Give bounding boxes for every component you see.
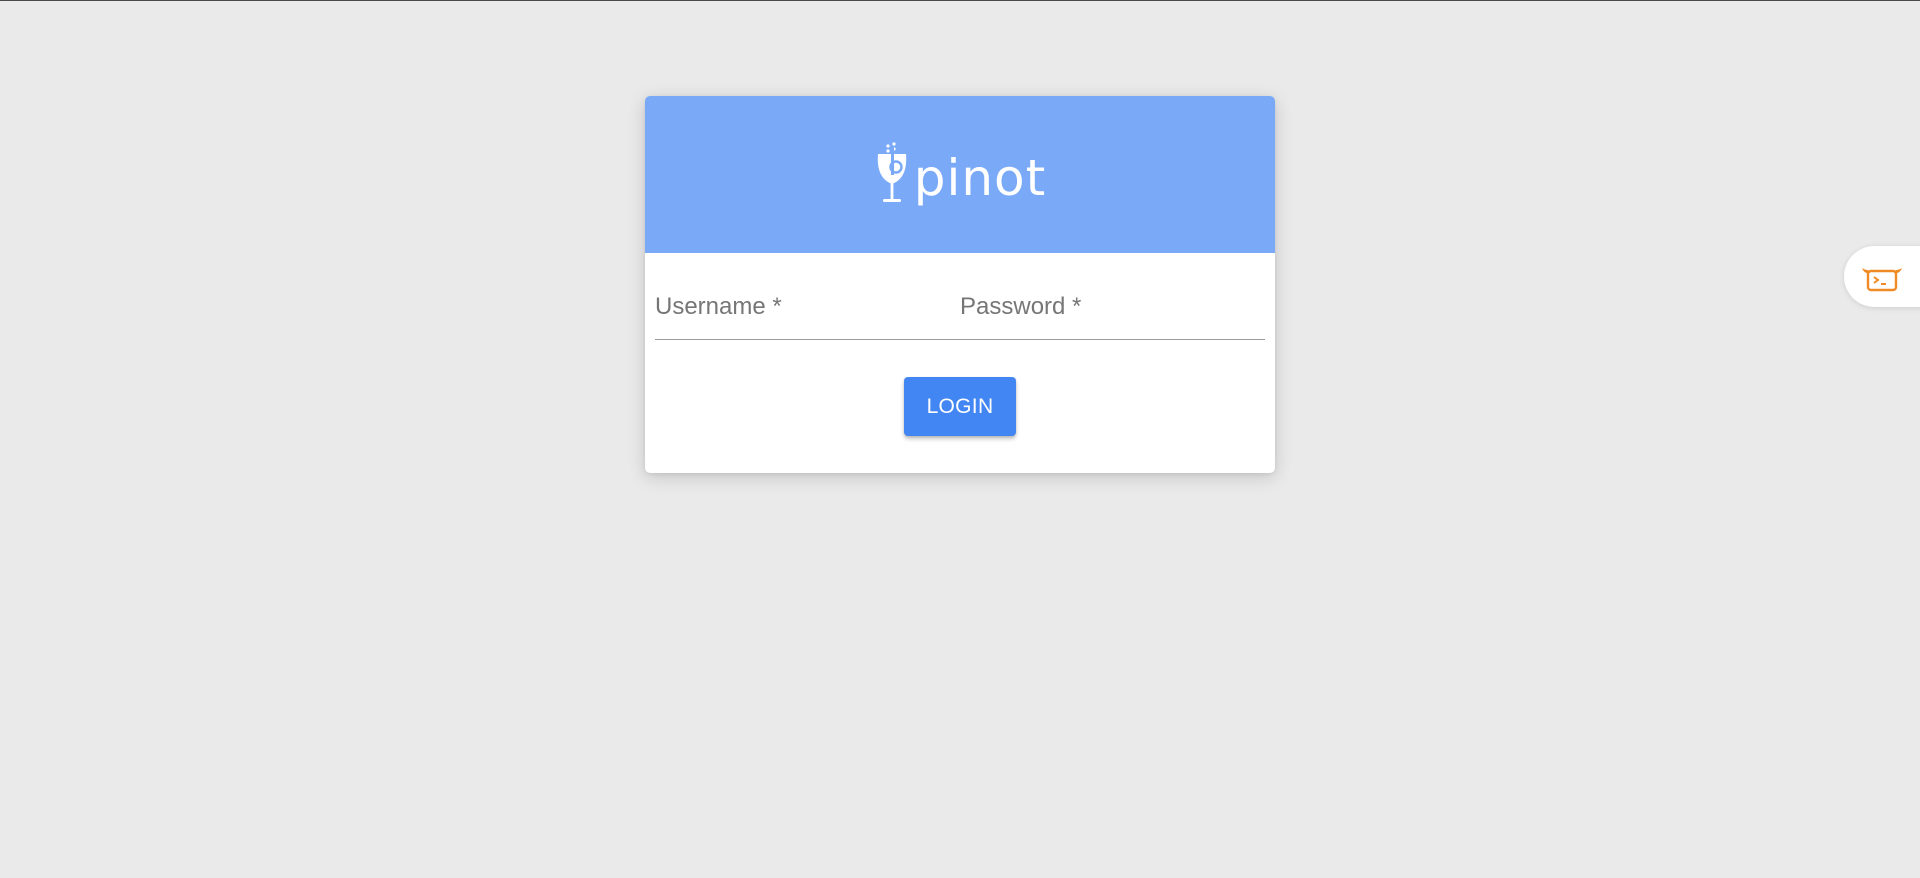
side-widget[interactable]: [1844, 246, 1920, 307]
terminal-bot-icon[interactable]: [1859, 262, 1905, 292]
brand-name: pinot: [913, 148, 1047, 207]
pinot-logo: pinot: [874, 141, 1047, 211]
username-field[interactable]: Username *: [655, 290, 960, 338]
input-underline: [655, 339, 1265, 340]
top-border: [0, 0, 1920, 1]
login-button[interactable]: LOGIN: [904, 377, 1016, 436]
password-input[interactable]: [960, 290, 1265, 336]
wine-glass-icon: [874, 142, 910, 209]
password-field[interactable]: Password *: [960, 290, 1265, 338]
username-input[interactable]: [655, 290, 960, 336]
login-card: pinot Username * Password * LOGIN: [645, 96, 1275, 473]
card-header: pinot: [645, 96, 1275, 253]
